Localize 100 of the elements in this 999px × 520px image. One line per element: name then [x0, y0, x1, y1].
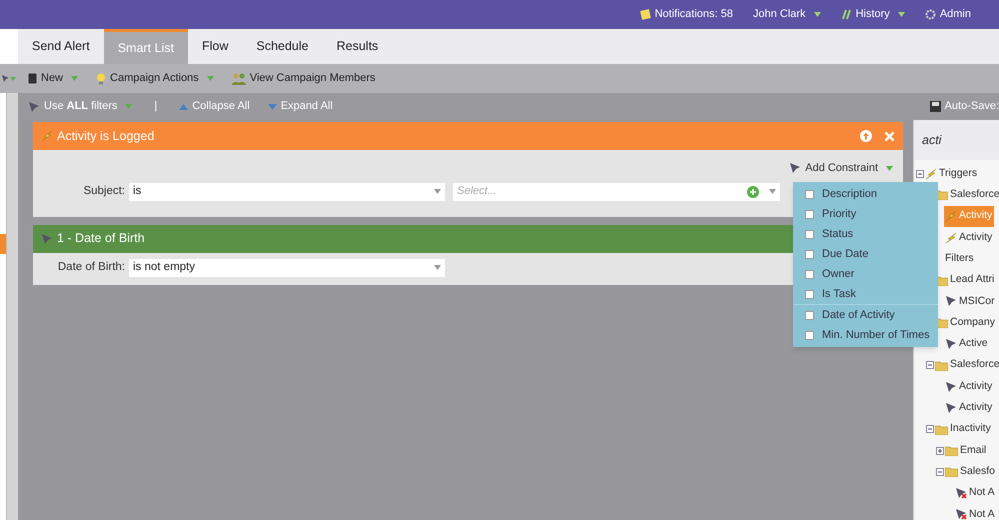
tree-item[interactable]: MSICor	[944, 290, 997, 312]
folder-icon	[945, 466, 958, 478]
tree-item[interactable]: Activity	[944, 376, 994, 398]
tree-item[interactable]: Salesforce	[934, 354, 999, 376]
caret-icon	[886, 166, 893, 171]
people-icon	[232, 72, 246, 84]
funnel-caret-icon[interactable]	[2, 74, 16, 83]
tab[interactable]: Send Alert	[18, 29, 104, 64]
checkbox[interactable]	[805, 190, 814, 198]
caret-icon	[769, 188, 776, 194]
filter-title: 1 - Date of Birth	[57, 230, 145, 248]
search-field[interactable]: acti	[914, 120, 999, 160]
menu-option[interactable]: Priority	[793, 204, 938, 224]
tree-item[interactable]: Email	[944, 440, 988, 462]
triangle-up-icon	[179, 104, 188, 110]
add-constraint-button[interactable]: Add Constraint	[789, 160, 893, 176]
close-icon[interactable]	[884, 130, 895, 142]
caret-icon	[434, 265, 441, 270]
collapse-icon[interactable]	[926, 425, 934, 434]
tree-item-label: Inactivity	[950, 421, 991, 436]
funnel-icon	[945, 402, 957, 414]
tree-item-label: Triggers	[939, 166, 978, 181]
tree-item[interactable]: Salesfo	[944, 461, 998, 482]
separator: |	[154, 99, 158, 114]
selection-marker	[0, 234, 6, 254]
toolbar-button[interactable]: Campaign Actions	[96, 70, 214, 87]
menu-option[interactable]: Date of Activity	[793, 305, 938, 325]
funnel-icon	[945, 295, 957, 308]
collapse-icon[interactable]	[916, 170, 924, 178]
expand-icon[interactable]	[936, 446, 944, 454]
tree-item-label: Salesforce	[950, 187, 999, 202]
tree-item-label: Email	[960, 442, 986, 458]
filter-title: Activity is Logged	[57, 128, 154, 145]
tree-item-label: Company	[950, 314, 995, 330]
tree-item-label: Activity	[959, 230, 992, 245]
funnel-icon	[789, 162, 802, 174]
tree-item[interactable]: Inactivity	[934, 418, 993, 440]
collapse-icon[interactable]	[926, 361, 934, 370]
menu-option[interactable]: Status	[793, 224, 938, 244]
scrollbar[interactable]	[6, 93, 18, 520]
menu-option[interactable]: Owner	[793, 264, 938, 284]
tree-item-label: Not A	[969, 506, 995, 520]
document-icon	[28, 73, 37, 84]
move-up-icon[interactable]	[860, 130, 872, 142]
operator-select[interactable]: is not empty	[129, 258, 445, 276]
checkbox[interactable]	[805, 310, 814, 320]
triangle-down-icon	[268, 104, 277, 110]
tab[interactable]: Results	[322, 29, 392, 64]
funnel-icon	[41, 232, 53, 244]
tab[interactable]: Flow	[188, 29, 242, 64]
tree-item[interactable]: Triggers	[924, 163, 980, 184]
tree-item-label: Active	[959, 336, 988, 352]
checkbox[interactable]	[805, 230, 814, 238]
tree-item-label: MSICor	[959, 294, 995, 309]
checkbox[interactable]	[805, 290, 814, 298]
save-icon	[930, 101, 941, 112]
top-bar-link[interactable]: History	[840, 6, 905, 23]
checkbox[interactable]	[805, 330, 814, 340]
top-bar-link[interactable]: Notifications: 58	[640, 6, 733, 23]
toolbar-button[interactable]: New	[28, 70, 78, 87]
funnel-icon	[945, 380, 957, 393]
checkbox[interactable]	[805, 210, 814, 218]
field-label: Date of Birth:	[56, 260, 125, 275]
tree-item[interactable]: Not A	[954, 482, 997, 504]
funnel-cross-icon	[955, 508, 967, 520]
lightbulb-icon	[96, 72, 106, 84]
folder-icon	[945, 445, 958, 456]
toolbar-button[interactable]: View Campaign Members	[232, 70, 376, 87]
tree-item-label: Lead Attri	[950, 272, 994, 288]
tab[interactable]: Schedule	[242, 29, 322, 64]
autosave-status: Auto-Save:	[930, 98, 999, 115]
tree-item-label: Salesforce	[950, 357, 999, 372]
menu-option[interactable]: Is Task	[793, 284, 938, 304]
menu-option[interactable]: Due Date	[793, 244, 938, 264]
field-label: Subject:	[82, 184, 125, 199]
lightning-icon	[945, 210, 957, 222]
lightning-icon	[41, 130, 53, 142]
tree-item[interactable]: Active	[944, 333, 990, 355]
tree-item-label: Filters	[945, 250, 974, 266]
funnel-icon	[28, 100, 40, 112]
funnel-icon	[945, 338, 957, 350]
funnel-cross-icon	[955, 487, 967, 500]
operator-select[interactable]: is	[129, 182, 445, 200]
checkbox[interactable]	[805, 250, 814, 258]
note-icon	[640, 9, 651, 20]
folder-icon	[935, 360, 948, 371]
add-icon[interactable]	[747, 186, 759, 198]
tree-item[interactable]: Activity	[944, 397, 994, 419]
tree-item-label: Salesfo	[960, 464, 996, 479]
tree-item[interactable]: Activity	[944, 226, 994, 248]
tree-item-label: Activity	[959, 208, 992, 224]
checkbox[interactable]	[805, 270, 814, 278]
lightning-icon	[925, 168, 937, 180]
tree-item[interactable]: Not A	[954, 504, 997, 520]
gear-icon	[924, 9, 936, 20]
top-bar-link[interactable]: John Clark	[753, 6, 821, 23]
menu-option[interactable]: Min. Number of Times	[793, 325, 938, 345]
collapse-icon[interactable]	[936, 468, 944, 476]
top-bar-link[interactable]: Admin	[924, 6, 971, 23]
menu-option[interactable]: Description	[793, 184, 938, 204]
